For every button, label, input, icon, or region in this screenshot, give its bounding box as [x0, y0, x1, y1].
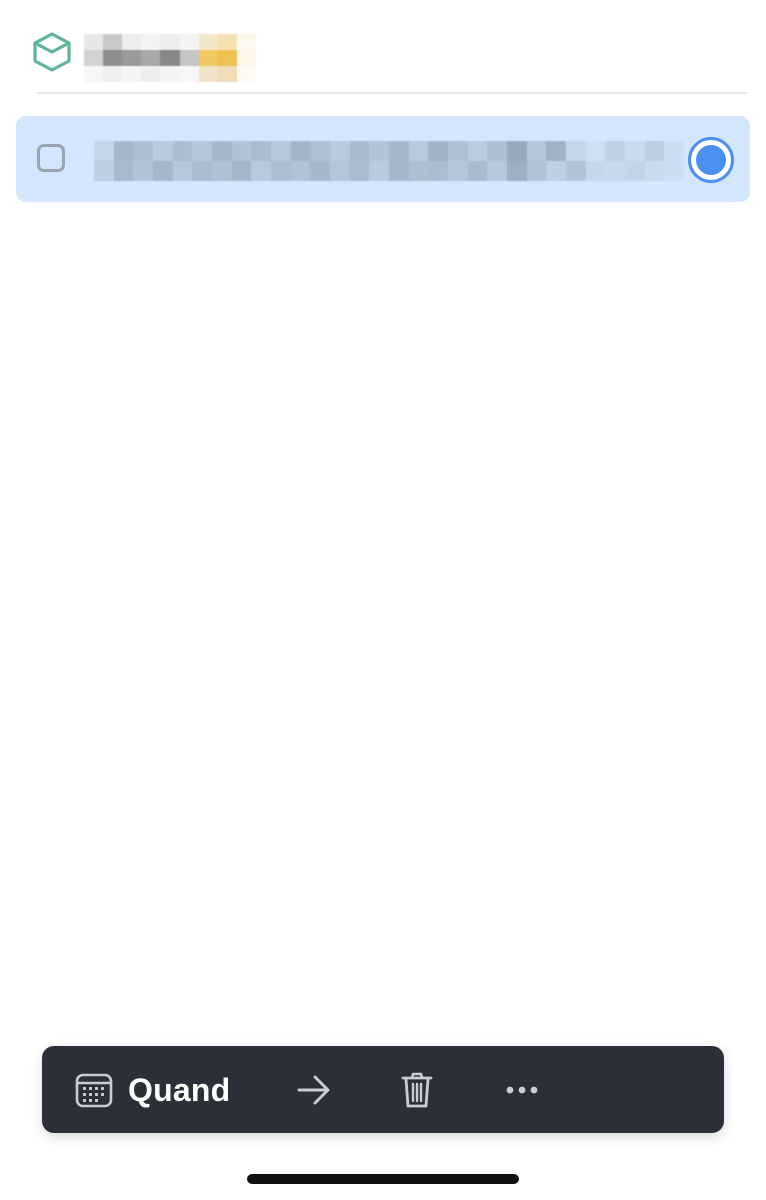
task-checkbox[interactable] [37, 144, 65, 172]
arrow-right-icon [297, 1075, 330, 1105]
cube-icon[interactable] [30, 30, 74, 74]
calendar-icon [75, 1073, 113, 1108]
selected-task-row[interactable] [16, 116, 750, 202]
project-title[interactable] [84, 34, 256, 82]
task-selection-indicator[interactable] [688, 137, 734, 183]
header-divider [37, 92, 747, 94]
delete-button[interactable] [393, 1066, 441, 1114]
more-button[interactable] [498, 1066, 546, 1114]
when-label: Quand [128, 1071, 231, 1108]
trash-icon [401, 1072, 433, 1108]
more-horizontal-icon [506, 1086, 538, 1094]
project-header [0, 0, 766, 94]
move-button[interactable] [290, 1066, 338, 1114]
task-title[interactable] [94, 141, 684, 181]
bottom-action-toolbar: Quand [42, 1046, 724, 1133]
home-indicator [247, 1174, 519, 1184]
when-button[interactable]: Quand [74, 1066, 230, 1114]
